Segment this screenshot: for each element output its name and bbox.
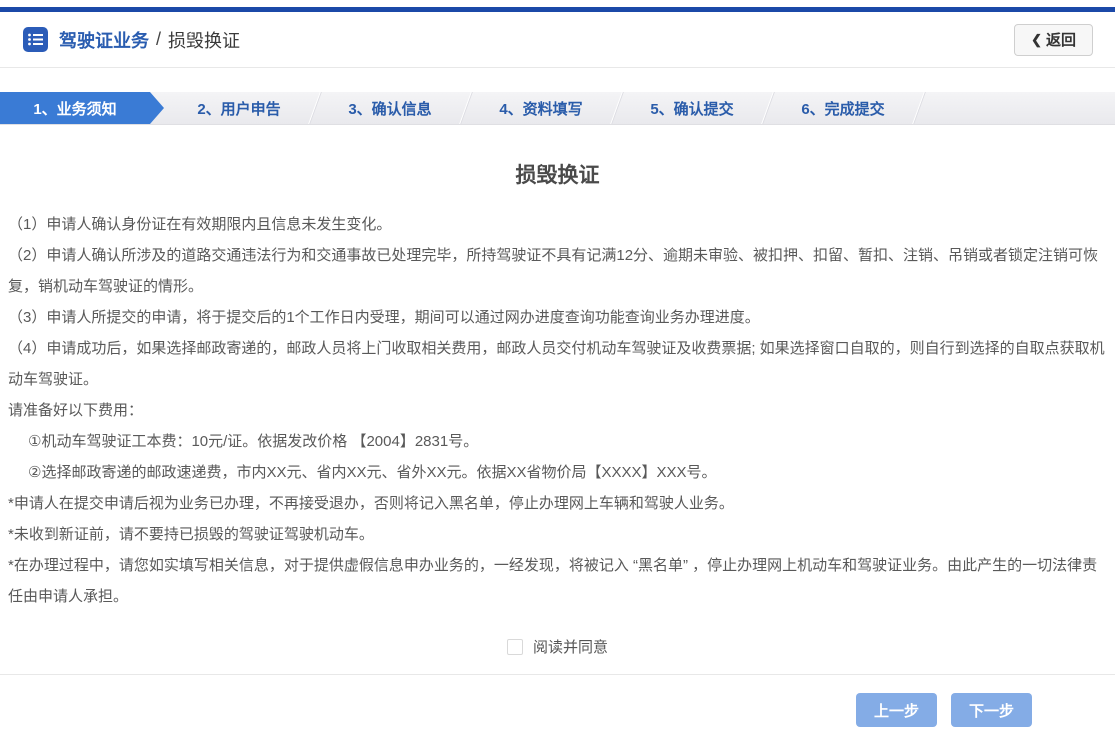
back-button-label: 返回 — [1046, 29, 1076, 50]
step-5-confirm-submit[interactable]: 5、确认提交 — [617, 92, 767, 124]
page-header: 驾驶证业务 / 损毁换证 ❮ 返回 — [0, 12, 1115, 68]
step-2-declaration[interactable]: 2、用户申告 — [164, 92, 314, 124]
footer-action-bar: 上一步 下一步 — [0, 674, 1115, 745]
agree-checkbox[interactable] — [507, 639, 523, 655]
next-step-button[interactable]: 下一步 — [951, 693, 1032, 727]
step-progress-bar: 1、业务须知 2、用户申告 3、确认信息 4、资料填写 5、确认提交 6、完成提… — [0, 92, 1115, 125]
list-form-icon — [22, 26, 49, 53]
previous-step-button[interactable]: 上一步 — [856, 693, 937, 727]
back-button[interactable]: ❮ 返回 — [1014, 24, 1093, 56]
breadcrumb-category: 驾驶证业务 — [59, 27, 149, 53]
notice-fee-item: ②选择邮政寄递的邮政速递费，市内XX元、省内XX元、省外XX元。依据XX省物价局… — [8, 457, 1107, 488]
step-4-fill-materials[interactable]: 4、资料填写 — [466, 92, 616, 124]
notice-warning: *在办理过程中，请您如实填写相关信息，对于提供虚假信息申办业务的，一经发现，将被… — [8, 550, 1107, 612]
notice-paragraph: （3）申请人所提交的申请，将于提交后的1个工作日内受理，期间可以通过网办进度查询… — [8, 302, 1107, 333]
notice-text-block: （1）申请人确认身份证在有效期限内且信息未发生变化。 （2）申请人确认所涉及的道… — [0, 189, 1115, 612]
notice-fee-item: ①机动车驾驶证工本费：10元/证。依据发改价格 【2004】2831号。 — [8, 426, 1107, 457]
notice-warning: *申请人在提交申请后视为业务已办理，不再接受退办，否则将记入黑名单，停止办理网上… — [8, 488, 1107, 519]
chevron-left-icon: ❮ — [1031, 32, 1042, 48]
notice-paragraph: 请准备好以下费用： — [8, 395, 1107, 426]
steps-filler — [919, 92, 1115, 124]
notice-warning: *未收到新证前，请不要持已损毁的驾驶证驾驶机动车。 — [8, 519, 1107, 550]
step-3-confirm-info[interactable]: 3、确认信息 — [315, 92, 465, 124]
breadcrumb-current: 损毁换证 — [168, 27, 240, 53]
step-1-notice[interactable]: 1、业务须知 — [0, 92, 164, 124]
agreement-row: 阅读并同意 — [0, 636, 1115, 657]
agree-label: 阅读并同意 — [533, 636, 608, 657]
page-title: 损毁换证 — [0, 159, 1115, 189]
notice-paragraph: （4）申请成功后，如果选择邮政寄递的，邮政人员将上门收取相关费用，邮政人员交付机… — [8, 333, 1107, 395]
notice-paragraph: （1）申请人确认身份证在有效期限内且信息未发生变化。 — [8, 209, 1107, 240]
notice-paragraph: （2）申请人确认所涉及的道路交通违法行为和交通事故已处理完毕，所持驾驶证不具有记… — [8, 240, 1107, 302]
step-6-complete[interactable]: 6、完成提交 — [768, 92, 918, 124]
breadcrumb-separator: / — [156, 29, 161, 50]
